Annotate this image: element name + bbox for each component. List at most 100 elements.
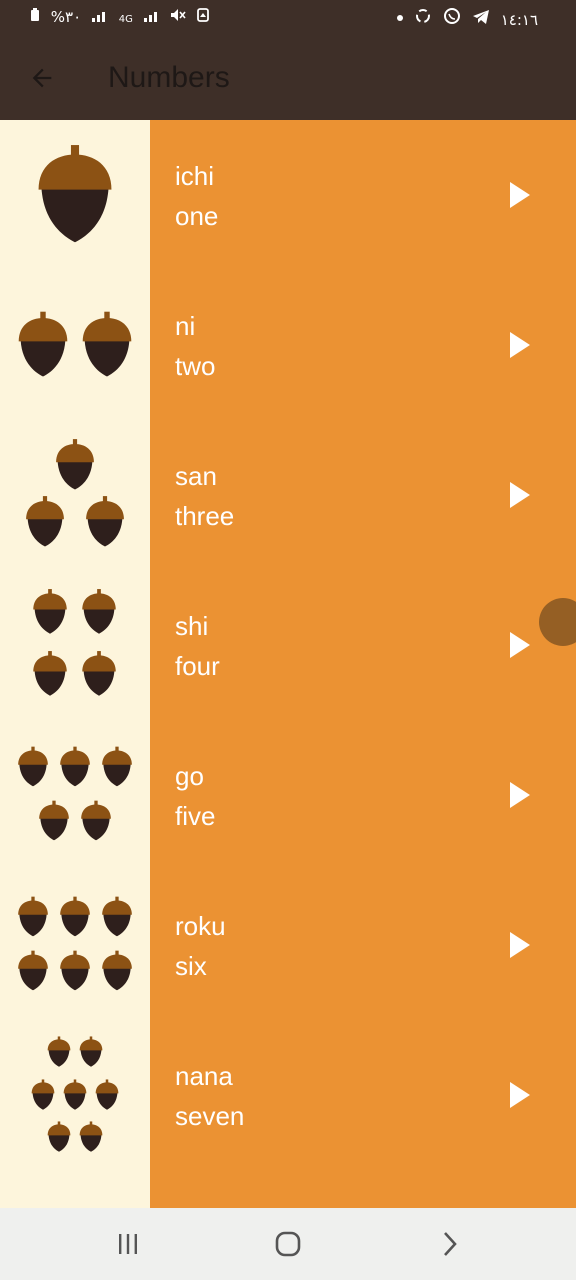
play-button[interactable] xyxy=(500,325,540,365)
japanese-word: ichi xyxy=(175,161,215,191)
word-text: go five xyxy=(175,756,215,836)
play-icon xyxy=(510,932,530,958)
acorn-icon xyxy=(102,746,132,787)
acorn-icon xyxy=(26,496,64,547)
acorn-image xyxy=(0,1020,150,1170)
english-word: four xyxy=(175,651,220,681)
acorn-icon xyxy=(79,1036,103,1067)
list-item[interactable]: ni two xyxy=(0,270,576,420)
list-item[interactable]: go five xyxy=(0,720,576,870)
acorn-icon xyxy=(86,496,124,547)
notification-icon xyxy=(197,8,210,26)
acorn-icon xyxy=(18,950,48,991)
list-item[interactable]: ichi one xyxy=(0,120,576,270)
home-button[interactable] xyxy=(260,1222,316,1266)
acorn-image xyxy=(0,870,150,1020)
sync-icon xyxy=(414,9,437,29)
signal-icon xyxy=(139,8,165,26)
japanese-word: nana xyxy=(175,1061,233,1091)
numbers-list[interactable]: ichi one ni two san three shi four go fi… xyxy=(0,120,576,1208)
play-icon xyxy=(510,182,530,208)
play-button[interactable] xyxy=(500,925,540,965)
clock-time: ١٤:١٦ xyxy=(500,11,538,29)
back-icon xyxy=(444,1232,457,1256)
japanese-word: san xyxy=(175,461,217,491)
list-item[interactable]: shi four xyxy=(0,570,576,720)
play-button[interactable] xyxy=(500,775,540,815)
play-button[interactable] xyxy=(500,475,540,515)
page-title: Numbers xyxy=(108,61,230,94)
acorn-icon xyxy=(18,746,48,787)
play-button[interactable] xyxy=(500,625,540,665)
acorn-icon xyxy=(60,896,90,937)
home-icon xyxy=(275,1231,301,1257)
acorn-image xyxy=(0,1170,150,1208)
acorn-icon xyxy=(60,950,90,991)
english-word: five xyxy=(175,801,216,831)
japanese-word: roku xyxy=(175,911,226,941)
play-icon xyxy=(510,332,530,358)
whatsapp-icon xyxy=(443,8,466,29)
japanese-word: ni xyxy=(175,311,196,341)
english-word: two xyxy=(175,351,216,381)
system-nav-bar xyxy=(0,1208,576,1280)
acorn-icon xyxy=(38,145,112,243)
recent-apps-button[interactable] xyxy=(100,1222,156,1266)
acorn-icon xyxy=(18,311,68,377)
play-button[interactable] xyxy=(500,175,540,215)
battery-percent: %٣٠ xyxy=(50,8,82,26)
back-nav-button[interactable] xyxy=(422,1222,478,1266)
play-icon xyxy=(510,1082,530,1108)
acorn-image xyxy=(0,120,150,270)
acorn-icon xyxy=(39,800,69,841)
status-left: %٣٠ 4G xyxy=(30,7,215,30)
list-item[interactable]: roku six xyxy=(0,870,576,1020)
word-text: ichi one xyxy=(175,156,218,236)
acorn-icon xyxy=(63,1079,87,1110)
network-4g-icon: 4G xyxy=(118,14,133,25)
list-item-partial[interactable] xyxy=(0,1170,576,1208)
word-text: roku six xyxy=(175,906,226,986)
play-icon xyxy=(510,482,530,508)
word-text: nana seven xyxy=(175,1056,244,1136)
acorn-image xyxy=(0,420,150,570)
english-word: six xyxy=(175,951,207,981)
acorn-icon xyxy=(95,1079,119,1110)
dot-icon xyxy=(396,11,409,29)
acorn-icon xyxy=(47,1121,71,1152)
acorn-icon xyxy=(56,439,94,490)
acorn-icon xyxy=(82,311,132,377)
japanese-word: go xyxy=(175,761,204,791)
english-word: seven xyxy=(175,1101,245,1131)
acorn-icon xyxy=(102,896,132,937)
play-icon xyxy=(510,632,530,658)
acorn-image xyxy=(0,570,150,720)
acorn-image xyxy=(0,270,150,420)
status-bar: %٣٠ 4G ١٤:١٦ xyxy=(0,0,576,36)
play-icon xyxy=(510,782,530,808)
telegram-icon xyxy=(472,10,495,29)
acorn-icon xyxy=(102,950,132,991)
battery-icon xyxy=(30,8,45,26)
acorn-icon xyxy=(47,1036,71,1067)
japanese-word: shi xyxy=(175,611,209,641)
mute-icon xyxy=(170,8,191,26)
acorn-icon xyxy=(60,746,90,787)
acorn-image xyxy=(0,720,150,870)
recent-apps-icon xyxy=(119,1234,137,1254)
word-text: ni two xyxy=(175,306,215,386)
play-button[interactable] xyxy=(500,1075,540,1115)
list-item[interactable]: san three xyxy=(0,420,576,570)
list-item[interactable]: nana seven xyxy=(0,1020,576,1170)
acorn-icon xyxy=(33,651,67,696)
signal-icon xyxy=(87,8,113,26)
english-word: one xyxy=(175,201,219,231)
arrow-left-icon xyxy=(32,68,52,88)
acorn-icon xyxy=(31,1079,55,1110)
word-text: san three xyxy=(175,456,234,536)
acorn-icon xyxy=(33,589,67,634)
acorn-icon xyxy=(82,651,116,696)
status-right: ١٤:١٦ xyxy=(396,7,544,30)
word-text: shi four xyxy=(175,606,220,686)
back-button[interactable] xyxy=(20,56,64,100)
